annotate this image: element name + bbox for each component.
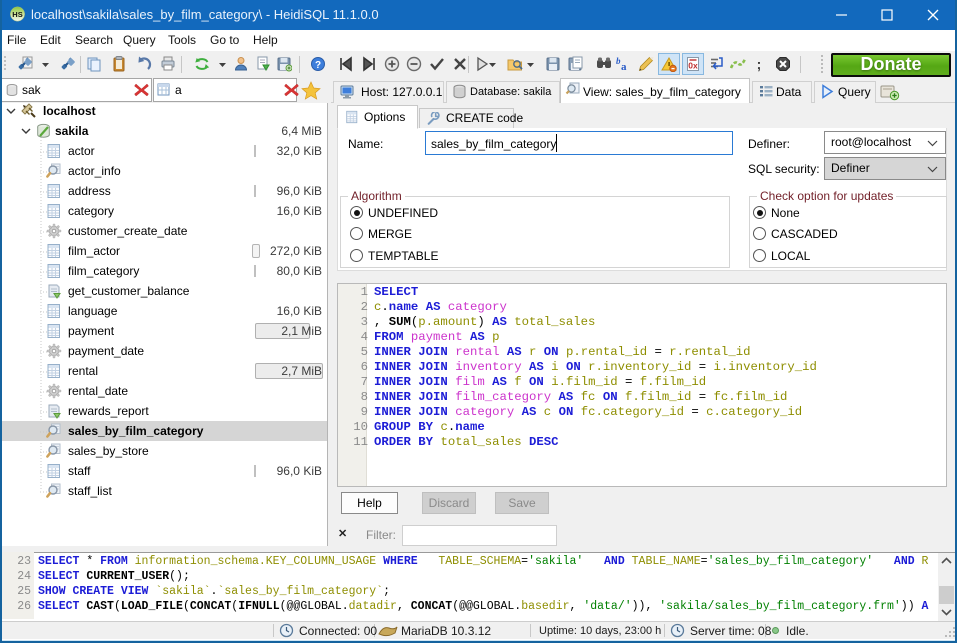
svg-text:;: ; [757,56,762,72]
svg-text:?: ? [315,60,321,71]
svg-text:0x: 0x [688,61,698,71]
svg-text:a: a [621,61,627,72]
svg-text:HS: HS [12,10,22,19]
